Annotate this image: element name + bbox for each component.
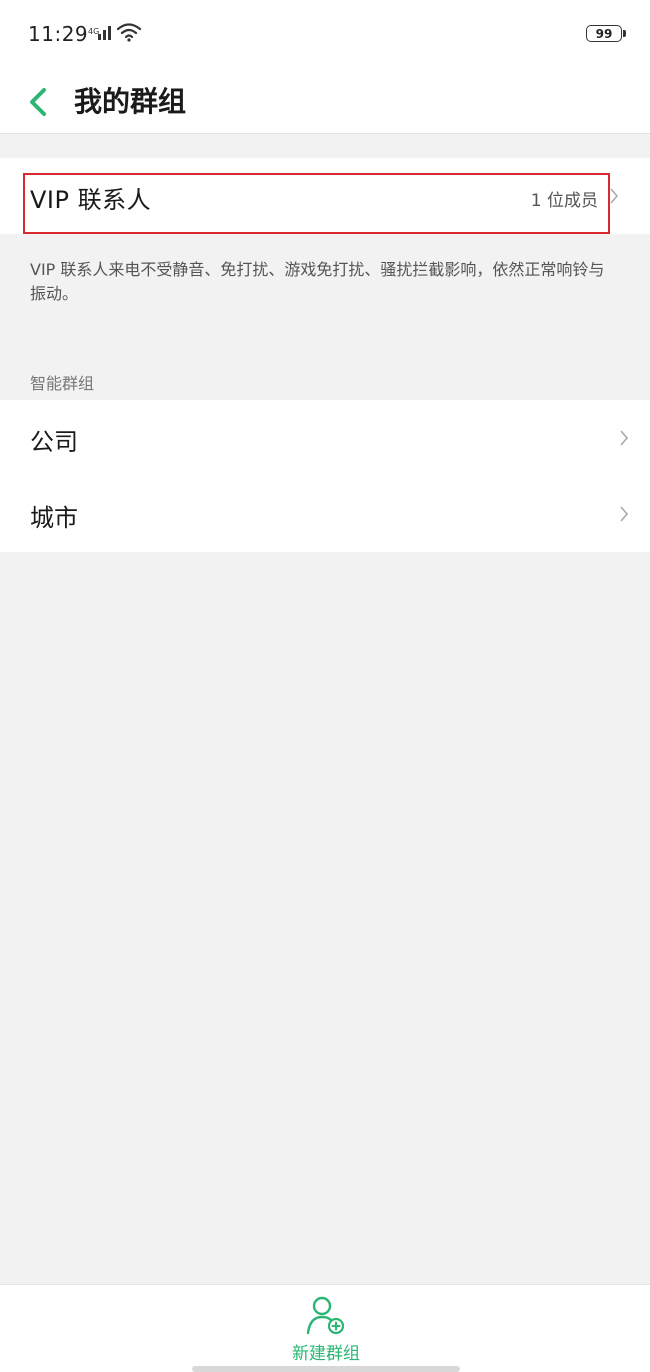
home-indicator[interactable] bbox=[192, 1366, 460, 1372]
chevron-right-icon bbox=[620, 430, 629, 446]
battery-icon: 99 bbox=[586, 25, 626, 42]
status-bar: 11:29 4G 99 bbox=[0, 0, 650, 70]
back-chevron-icon[interactable] bbox=[26, 80, 54, 124]
chevron-right-icon bbox=[610, 188, 619, 204]
new-group-label: 新建群组 bbox=[292, 1344, 360, 1364]
new-group-button[interactable]: 新建群组 bbox=[270, 1295, 382, 1367]
svg-text:4G: 4G bbox=[88, 27, 99, 36]
screen: 11:29 4G 99 我的群组 VIP 联系人 1 位成员 VIP 联系人来电… bbox=[0, 0, 650, 1372]
group-item-label: 城市 bbox=[30, 504, 78, 532]
vip-contacts-row[interactable]: VIP 联系人 1 位成员 bbox=[0, 158, 650, 234]
vip-description: VIP 联系人来电不受静音、免打扰、游戏免打扰、骚扰拦截影响，依然正常响铃与振动… bbox=[30, 260, 605, 303]
status-time: 11:29 bbox=[28, 22, 89, 46]
page-title: 我的群组 bbox=[74, 85, 187, 118]
vip-member-count: 1 位成员 bbox=[530, 191, 598, 211]
bottom-bar: 新建群组 bbox=[0, 1284, 650, 1372]
add-group-icon bbox=[306, 1296, 345, 1335]
group-item-city[interactable]: 城市 bbox=[0, 476, 650, 552]
signal-icon: 4G bbox=[88, 26, 111, 40]
group-item-label: 公司 bbox=[30, 428, 78, 456]
smart-groups-section-title: 智能群组 bbox=[30, 374, 95, 393]
battery-level: 99 bbox=[595, 26, 613, 41]
group-item-company[interactable]: 公司 bbox=[0, 400, 650, 476]
wifi-icon bbox=[116, 23, 142, 42]
chevron-right-icon bbox=[620, 506, 629, 522]
vip-contacts-label: VIP 联系人 bbox=[30, 186, 152, 214]
header: 我的群组 bbox=[0, 70, 650, 134]
